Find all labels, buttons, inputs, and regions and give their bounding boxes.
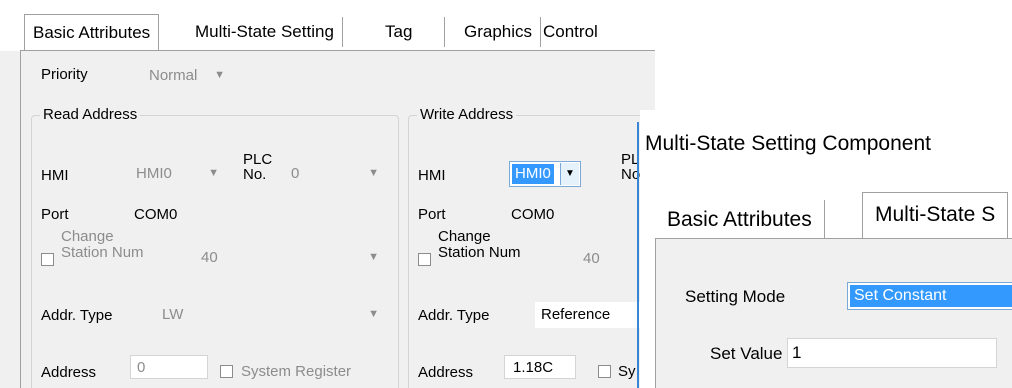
set-value-input[interactable]: 1 xyxy=(787,338,997,368)
read-station-select[interactable]: 40 ▼ xyxy=(195,245,385,271)
read-hmi-select[interactable]: HMI0 ▼ xyxy=(130,161,225,187)
write-system-register-checkbox[interactable] xyxy=(598,365,611,378)
write-port-label: Port xyxy=(418,206,446,223)
tab-graphics[interactable]: Graphics xyxy=(456,17,542,47)
chevron-down-icon: ▼ xyxy=(368,167,379,179)
tab-tag[interactable]: Tag xyxy=(377,17,445,47)
window-edge-divider xyxy=(637,122,639,388)
write-address-input[interactable]: 1.18C xyxy=(504,355,576,379)
chevron-down-icon: ▼ xyxy=(214,69,225,81)
read-addr-type-value: LW xyxy=(162,306,184,323)
read-change-station-label: Change Station Num xyxy=(61,229,144,261)
object-properties-dialog: Basic Attributes Multi-State Setting Tag… xyxy=(0,0,655,388)
read-plc-value: 0 xyxy=(291,165,300,182)
read-plc-select[interactable]: 0 ▼ xyxy=(285,161,385,187)
write-change-station-line2: Station Num xyxy=(438,244,521,261)
read-plc-label-line2: No. xyxy=(243,166,267,183)
chevron-down-icon: ▼ xyxy=(368,308,379,320)
write-hmi-select[interactable]: HMI0 ▼ xyxy=(509,161,581,187)
read-system-register-label: System Register xyxy=(241,363,352,380)
tab-component-multi-state[interactable]: Multi-State S xyxy=(862,192,1009,238)
read-change-station-line2: Station Num xyxy=(61,244,144,261)
read-system-register-checkbox[interactable] xyxy=(220,365,233,378)
write-hmi-label: HMI xyxy=(418,167,446,184)
write-address-value: 1.18C xyxy=(513,359,554,376)
read-hmi-value: HMI0 xyxy=(136,165,172,182)
read-plc-no-label: PLC No. xyxy=(243,152,272,182)
setting-mode-label: Setting Mode xyxy=(685,287,786,306)
set-value: 1 xyxy=(792,343,802,362)
setting-mode-value: Set Constant xyxy=(850,285,1012,307)
write-change-station-line1: Change xyxy=(438,228,491,245)
chevron-down-icon[interactable]: ▼ xyxy=(560,163,579,185)
tab-multi-state-setting[interactable]: Multi-State Setting xyxy=(187,17,343,47)
write-addr-type-label: Addr. Type xyxy=(418,307,490,324)
read-address-value: 0 xyxy=(137,359,146,376)
write-system-register-label: Sy xyxy=(618,363,636,380)
write-address-label: Address xyxy=(418,364,474,381)
tab-component-basic-attributes[interactable]: Basic Attributes xyxy=(655,200,825,240)
priority-label: Priority xyxy=(41,66,88,83)
set-value-label: Set Value xyxy=(710,344,783,363)
write-port-value: COM0 xyxy=(511,206,555,223)
read-station-value: 40 xyxy=(201,249,218,266)
read-addr-type-label: Addr. Type xyxy=(41,307,113,324)
chevron-down-icon: ▼ xyxy=(368,251,379,263)
read-port-value: COM0 xyxy=(134,206,178,223)
write-change-station-label: Change Station Num xyxy=(438,229,521,261)
read-address-label: Address xyxy=(41,364,97,381)
read-change-station-checkbox[interactable] xyxy=(41,253,54,266)
write-hmi-value: HMI0 xyxy=(512,164,554,184)
read-address-title: Read Address xyxy=(40,106,141,123)
write-addr-type-value: Reference xyxy=(541,306,611,323)
chevron-down-icon: ▼ xyxy=(208,167,219,179)
window-title: Multi-State Setting Component xyxy=(645,132,931,155)
write-station-value[interactable]: 40 xyxy=(583,250,600,267)
read-address-input[interactable]: 0 xyxy=(130,355,208,379)
multi-state-setting-component-window: Multi-State Setting Component Basic Attr… xyxy=(640,110,1012,388)
read-change-station-line1: Change xyxy=(61,228,114,245)
setting-mode-select[interactable]: Set Constant xyxy=(847,282,1012,310)
tab-bar: Basic Attributes Multi-State Setting Tag… xyxy=(0,0,655,51)
read-addr-type-select[interactable]: LW ▼ xyxy=(156,302,385,328)
priority-value: Normal xyxy=(149,67,198,84)
read-hmi-label: HMI xyxy=(41,167,69,184)
write-change-station-checkbox[interactable] xyxy=(418,253,431,266)
tab-control[interactable]: Control xyxy=(535,17,606,47)
tab-basic-attributes[interactable]: Basic Attributes xyxy=(24,14,160,51)
write-address-title: Write Address xyxy=(417,106,517,123)
read-port-label: Port xyxy=(41,206,69,223)
priority-select[interactable]: Normal ▼ xyxy=(143,63,253,89)
